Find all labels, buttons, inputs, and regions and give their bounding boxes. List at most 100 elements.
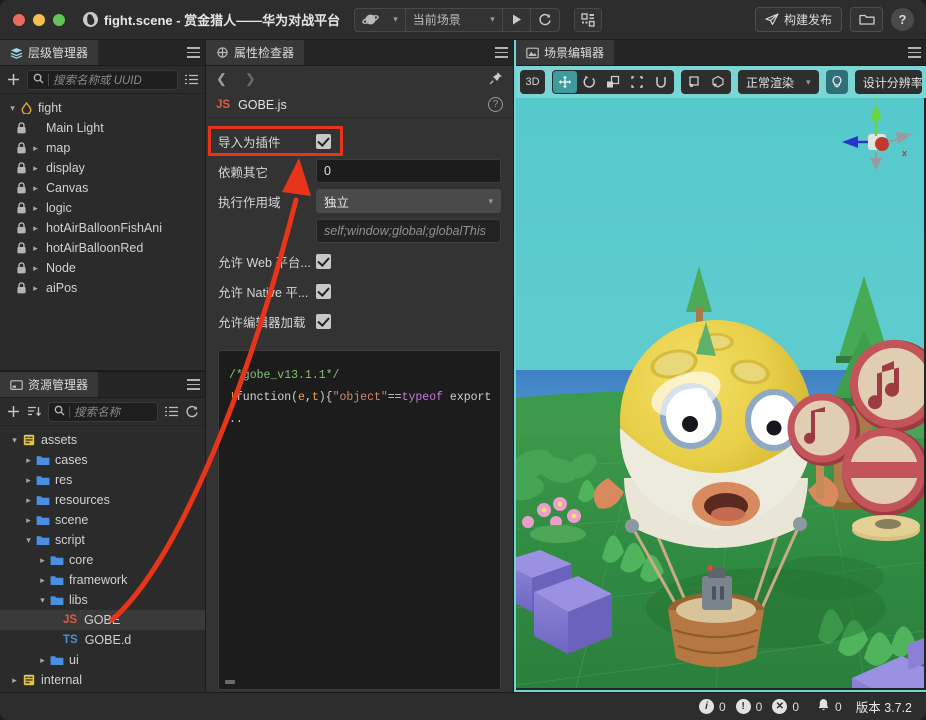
open-project-folder-button[interactable] — [850, 7, 883, 32]
lock-icon[interactable] — [14, 162, 29, 174]
close-window-button[interactable] — [13, 13, 25, 26]
property-checkbox[interactable] — [316, 253, 331, 269]
expand-chevron-right-icon[interactable]: ▸ — [29, 243, 42, 254]
scene-viewport[interactable]: Y x — [516, 98, 926, 690]
property-checkbox[interactable] — [316, 283, 331, 299]
inspector-back-button[interactable]: ❮ — [216, 71, 227, 87]
preview-scene-select[interactable]: 当前场景 ▾ — [406, 9, 502, 31]
property-text-input[interactable]: 0 — [316, 159, 501, 183]
sort-assets-icon[interactable] — [27, 405, 42, 418]
lock-icon[interactable] — [14, 142, 29, 154]
device-manager-button[interactable] — [573, 7, 602, 32]
expand-chevron-right-icon[interactable]: ▸ — [29, 143, 42, 154]
status-notification[interactable]: 0 — [817, 698, 842, 715]
property-select[interactable]: 独立 ▾ — [316, 189, 501, 213]
assets-node[interactable]: ▸ cases — [0, 450, 205, 470]
assets-node[interactable]: ▸ res — [0, 470, 205, 490]
tab-hierarchy[interactable]: 层级管理器 — [0, 40, 99, 65]
rect-gizmo-button[interactable] — [625, 71, 649, 93]
hierarchy-search-input[interactable]: 搜索名称或 UUID — [27, 69, 178, 90]
pivot-toggle-button[interactable] — [682, 71, 706, 93]
lock-icon[interactable] — [14, 122, 29, 134]
status-error[interactable]: ✕ 0 — [772, 699, 799, 714]
expand-chevron-right-icon[interactable]: ▸ — [29, 263, 42, 274]
help-circle-icon[interactable]: ? — [488, 97, 503, 112]
property-checkbox[interactable] — [316, 133, 331, 149]
inspector-forward-button[interactable]: ❯ — [245, 71, 256, 87]
status-warning[interactable]: ! 0 — [735, 699, 762, 714]
expand-chevron-down-icon[interactable]: ▾ — [22, 535, 35, 546]
assets-node[interactable]: TS GOBE.d — [0, 630, 205, 650]
expand-chevron-right-icon[interactable]: ▸ — [8, 675, 21, 686]
help-button[interactable]: ? — [891, 8, 914, 31]
design-resolution-button[interactable]: 设计分辨率 — [854, 70, 922, 94]
status-info[interactable]: i 0 — [698, 699, 726, 714]
scene-menu-icon[interactable] — [902, 40, 926, 65]
assets-view-options-icon[interactable] — [164, 405, 179, 418]
lock-icon[interactable] — [14, 242, 29, 254]
assets-node[interactable]: ▸ resources — [0, 490, 205, 510]
lock-icon[interactable] — [14, 262, 29, 274]
render-mode-select[interactable]: 正常渲染 ▾ — [738, 70, 819, 94]
lock-icon[interactable] — [14, 202, 29, 214]
lock-icon[interactable] — [14, 282, 29, 294]
assets-node[interactable]: ▾ script — [0, 530, 205, 550]
property-scope-input[interactable]: self;window;global;globalThis — [316, 219, 501, 243]
expand-chevron-right-icon[interactable]: ▸ — [22, 475, 35, 486]
expand-chevron-right-icon[interactable]: ▸ — [36, 575, 49, 586]
expand-chevron-right-icon[interactable]: ▸ — [22, 495, 35, 506]
add-asset-icon[interactable] — [6, 404, 21, 419]
expand-chevron-right-icon[interactable]: ▸ — [22, 455, 35, 466]
assets-node[interactable]: ▸ internal — [0, 670, 205, 690]
expand-chevron-right-icon[interactable]: ▸ — [29, 183, 42, 194]
hierarchy-node[interactable]: ▸ hotAirBalloonFishAni — [0, 218, 205, 238]
assets-tree[interactable]: ▾ assets ▸ cases ▸ res ▸ resources ▸ scene ▾ script… — [0, 426, 205, 692]
magnet-gizmo-button[interactable] — [649, 71, 673, 93]
assets-refresh-icon[interactable] — [185, 405, 199, 419]
play-button[interactable] — [503, 9, 530, 31]
hierarchy-node[interactable]: ▸ logic — [0, 198, 205, 218]
assets-node[interactable]: ▾ libs — [0, 590, 205, 610]
hierarchy-node[interactable]: ▸ display — [0, 158, 205, 178]
expand-chevron-right-icon[interactable]: ▸ — [22, 515, 35, 526]
preview-device-chevron-down-icon[interactable]: ▾ — [386, 9, 405, 31]
expand-chevron-down-icon[interactable]: ▾ — [6, 103, 19, 114]
hierarchy-tree[interactable]: ▾ fight Main Light ▸ map ▸ display ▸ Canvas ▸ logi… — [0, 94, 205, 370]
scene-lighting-button[interactable] — [825, 70, 848, 94]
lock-icon[interactable] — [14, 222, 29, 234]
assets-search-input[interactable]: 搜索名称 — [48, 401, 158, 422]
tab-scene-editor[interactable]: 场景编辑器 — [516, 40, 615, 65]
tab-assets[interactable]: 资源管理器 — [0, 372, 99, 397]
lock-icon[interactable] — [14, 182, 29, 194]
inspector-menu-icon[interactable] — [489, 40, 513, 65]
scale-gizmo-button[interactable] — [601, 71, 625, 93]
maximize-window-button[interactable] — [53, 13, 65, 26]
browser-preview-icon[interactable] — [355, 9, 386, 31]
rotate-gizmo-button[interactable] — [577, 71, 601, 93]
pin-icon[interactable] — [489, 71, 503, 88]
property-checkbox[interactable] — [316, 313, 331, 329]
hierarchy-node[interactable]: ▾ fight — [0, 98, 205, 118]
hierarchy-node[interactable]: ▸ aiPos — [0, 278, 205, 298]
tab-inspector[interactable]: 属性检查器 — [206, 40, 305, 65]
minimize-window-button[interactable] — [33, 13, 45, 26]
expand-chevron-right-icon[interactable]: ▸ — [29, 203, 42, 214]
expand-chevron-right-icon[interactable]: ▸ — [29, 283, 42, 294]
hierarchy-node[interactable]: ▸ Node — [0, 258, 205, 278]
hierarchy-node[interactable]: ▸ Canvas — [0, 178, 205, 198]
assets-node[interactable]: ▸ framework — [0, 570, 205, 590]
expand-chevron-right-icon[interactable]: ▸ — [29, 223, 42, 234]
code-resize-handle[interactable] — [225, 680, 235, 684]
hierarchy-options-icon[interactable] — [184, 73, 199, 86]
build-publish-button[interactable]: 构建发布 — [754, 7, 842, 32]
assets-menu-icon[interactable] — [181, 372, 205, 397]
refresh-button[interactable] — [531, 9, 559, 31]
assets-node[interactable]: ▸ core — [0, 550, 205, 570]
expand-chevron-down-icon[interactable]: ▾ — [36, 595, 49, 606]
assets-node-selected[interactable]: JS GOBE — [0, 610, 205, 630]
hierarchy-node[interactable]: ▸ hotAirBalloonRed — [0, 238, 205, 258]
add-node-icon[interactable] — [6, 72, 21, 87]
expand-chevron-right-icon[interactable]: ▸ — [36, 555, 49, 566]
hierarchy-node[interactable]: Main Light — [0, 118, 205, 138]
hierarchy-node[interactable]: ▸ map — [0, 138, 205, 158]
